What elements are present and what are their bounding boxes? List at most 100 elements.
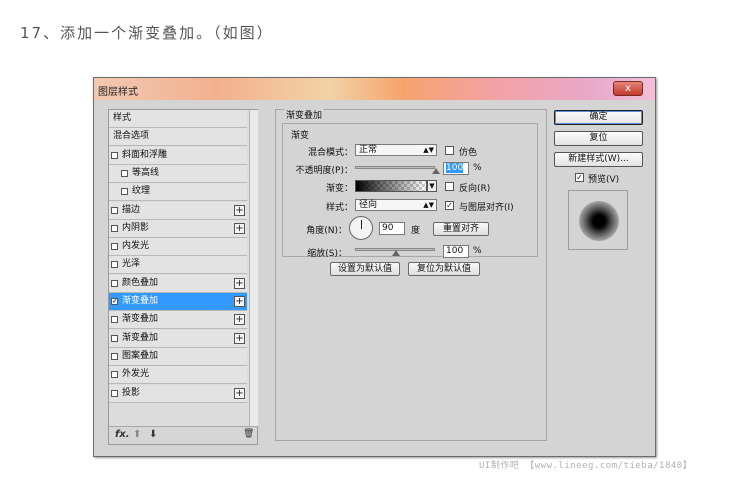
style-item-label: 内阴影	[122, 222, 150, 233]
style-item-checkbox[interactable]	[111, 371, 118, 379]
styles-list: 样式 混合选项 斜面和浮雕 等高线 纹理 描边 + 内阴影 + 内发光 光泽 颜色叠加 + ✓ 渐变叠加 + 渐…	[108, 109, 258, 445]
dither-label: 仿色	[459, 148, 478, 158]
scale-input[interactable]: 100	[443, 245, 469, 258]
subgroup-title: 渐变	[291, 131, 310, 141]
title-bar[interactable]: 图层样式 x	[94, 78, 655, 100]
gradient-dropdown-button[interactable]: ▼	[427, 180, 437, 192]
style-item-checkbox[interactable]	[111, 151, 118, 159]
style-item[interactable]: 内发光	[109, 238, 247, 257]
style-item-label: 斜面和浮雕	[122, 149, 168, 160]
style-item[interactable]: 外发光	[109, 366, 247, 385]
style-item[interactable]: 混合选项	[109, 128, 247, 147]
trash-icon[interactable]: 🗑	[243, 429, 254, 439]
add-icon[interactable]: +	[234, 296, 245, 307]
style-item-checkbox[interactable]	[121, 169, 128, 177]
layer-style-dialog: 图层样式 x 样式混合选项斜面和浮雕等高线纹理描边 + 内阴影 + 内发光光泽颜色叠加 +…	[93, 77, 656, 457]
angle-dial[interactable]	[349, 216, 373, 240]
add-icon[interactable]: +	[234, 222, 245, 234]
move-up-icon[interactable]: ⬆	[133, 429, 141, 440]
style-item-checkbox[interactable]	[111, 389, 118, 397]
style-item-label: 图案叠加	[122, 350, 159, 361]
angle-input[interactable]: 90	[379, 222, 405, 235]
style-item-label: 渐变叠加	[122, 332, 159, 343]
move-down-icon[interactable]: ⬇	[149, 429, 157, 440]
style-item[interactable]: 颜色叠加 +	[109, 274, 247, 293]
add-icon[interactable]: +	[234, 277, 245, 289]
fx-icon[interactable]: fx.	[115, 429, 130, 440]
gradient-preview[interactable]	[355, 180, 427, 192]
style-item-checkbox[interactable]	[111, 261, 118, 269]
new-style-button[interactable]: 新建样式(W)...	[554, 152, 643, 167]
style-item[interactable]: 纹理	[109, 183, 247, 202]
style-item-label: 内发光	[122, 241, 150, 252]
style-item[interactable]: 光泽	[109, 256, 247, 275]
ok-button[interactable]: 确定	[554, 110, 643, 125]
opacity-slider-handle[interactable]	[432, 168, 440, 174]
style-item[interactable]: 斜面和浮雕	[109, 146, 247, 165]
style-item[interactable]: 描边 +	[109, 201, 247, 220]
list-scrollbar[interactable]	[249, 110, 258, 426]
gradient-subgroup: 渐变 混合模式： 正常 ▲▼ 仿色 不透明度(P)： 100 % 渐变： ▼ 反…	[282, 123, 538, 259]
style-select[interactable]: 径向 ▲▼	[355, 199, 437, 211]
scale-slider-handle[interactable]	[392, 250, 400, 256]
style-item[interactable]: 渐变叠加 +	[109, 311, 247, 330]
list-footer: fx. ⬆ ⬇ 🗑	[109, 426, 257, 444]
add-icon[interactable]: +	[234, 204, 245, 216]
opacity-unit: %	[473, 163, 482, 173]
style-item-label: 光泽	[122, 259, 141, 270]
style-item-label: 投影	[122, 387, 141, 398]
style-item[interactable]: ✓ 渐变叠加 +	[109, 293, 247, 311]
style-item-checkbox[interactable]	[111, 243, 118, 251]
style-item-label: 渐变叠加	[122, 314, 159, 325]
angle-unit: 度	[411, 226, 421, 236]
reset-alignment-button[interactable]: 重置对齐	[433, 222, 489, 236]
style-item-label: 渐变叠加	[122, 296, 159, 306]
style-preview-thumbnail	[568, 190, 628, 250]
style-item[interactable]: 等高线	[109, 164, 247, 183]
style-item-label: 描边	[122, 204, 141, 215]
reset-to-default-button[interactable]: 复位为默认值	[408, 262, 480, 276]
reset-button[interactable]: 复位	[554, 131, 643, 146]
style-item-checkbox[interactable]: ✓	[111, 298, 118, 305]
preview-swatch	[579, 201, 619, 241]
style-item[interactable]: 渐变叠加 +	[109, 329, 247, 348]
style-item-checkbox[interactable]	[111, 206, 118, 214]
close-button[interactable]: x	[613, 81, 643, 96]
style-value: 径向	[359, 200, 378, 210]
style-item-label: 纹理	[132, 186, 151, 197]
dither-checkbox[interactable]	[445, 146, 454, 155]
reverse-label: 反向(R)	[459, 184, 491, 194]
style-item[interactable]: 样式	[109, 110, 247, 128]
style-item-label: 样式	[113, 113, 132, 123]
step-title: 17、添加一个渐变叠加。（如图）	[20, 24, 274, 42]
style-item-checkbox[interactable]	[121, 188, 128, 196]
add-icon[interactable]: +	[234, 387, 245, 399]
style-item-label: 颜色叠加	[122, 277, 159, 288]
scale-slider[interactable]	[355, 248, 435, 256]
style-item-checkbox[interactable]	[111, 334, 118, 342]
align-with-layer-checkbox[interactable]: ✓	[445, 201, 454, 210]
chevron-down-icon: ▲▼	[423, 146, 434, 154]
preview-checkbox[interactable]: ✓	[575, 173, 584, 182]
opacity-slider[interactable]	[355, 166, 440, 174]
opacity-input[interactable]: 100	[443, 162, 469, 175]
style-item-checkbox[interactable]	[111, 352, 118, 360]
reverse-checkbox[interactable]	[445, 182, 454, 191]
style-item[interactable]: 投影 +	[109, 384, 247, 403]
scale-value: 100	[446, 246, 464, 256]
style-item-label: 混合选项	[113, 131, 150, 142]
watermark: UI制作吧 【www.lineeg.com/tieba/1840】	[479, 461, 693, 471]
set-as-default-button[interactable]: 设置为默认值	[330, 262, 400, 276]
align-with-layer-label: 与图层对齐(I)	[459, 203, 514, 213]
add-icon[interactable]: +	[234, 332, 245, 344]
style-item[interactable]: 内阴影 +	[109, 219, 247, 238]
angle-label: 角度(N)：	[306, 226, 347, 236]
blend-mode-select[interactable]: 正常 ▲▼	[355, 144, 437, 156]
style-item-checkbox[interactable]	[111, 224, 118, 232]
style-item[interactable]: 图案叠加	[109, 347, 247, 366]
style-item-checkbox[interactable]	[111, 279, 118, 287]
add-icon[interactable]: +	[234, 314, 245, 326]
style-item-label: 等高线	[132, 167, 160, 178]
style-item-checkbox[interactable]	[111, 316, 118, 324]
opacity-label: 不透明度(P)：	[295, 166, 353, 176]
